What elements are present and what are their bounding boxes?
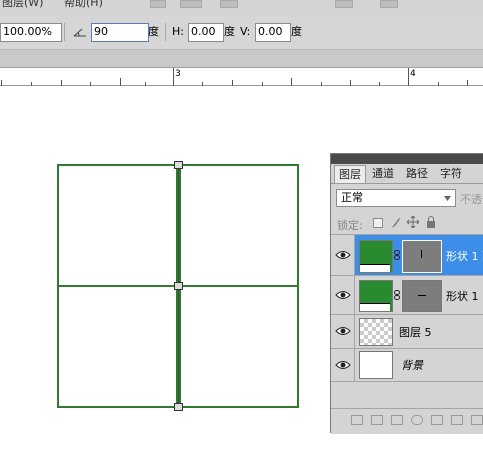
layers-panel: 图层 通道 路径 字符 正常 不透 锁定: 形状 1 副: [330, 153, 483, 434]
eye-icon[interactable]: [335, 249, 351, 261]
panel-bottom-toolbar: [331, 408, 483, 434]
visibility-cell: [331, 349, 355, 381]
link-layers-icon[interactable]: [351, 415, 363, 425]
v-skew-input[interactable]: 0.00: [255, 23, 291, 42]
transform-handle-bottom[interactable]: [174, 403, 183, 411]
options-bar: 100.00% 90 度 H: 0.00 度 V: 0.00 度: [0, 14, 483, 50]
link-icon: [394, 290, 400, 300]
blend-mode-select[interactable]: 正常: [336, 189, 456, 207]
layer-thumbnail: [359, 240, 393, 273]
eye-icon[interactable]: [335, 359, 351, 371]
new-layer-icon[interactable]: [451, 415, 463, 425]
zoom-field[interactable]: 100.00%: [0, 23, 62, 42]
chevron-down-icon: [444, 196, 451, 201]
layer-row-shape1[interactable]: 形状 1: [331, 276, 483, 315]
eye-icon[interactable]: [335, 325, 351, 337]
transform-handle-center[interactable]: [174, 282, 183, 290]
h-label: H:: [172, 25, 184, 38]
link-icon: [394, 250, 400, 260]
divider: [64, 23, 65, 41]
divider: [165, 23, 166, 41]
adjustment-layer-icon[interactable]: [411, 415, 423, 425]
document-tab-strip: [0, 50, 483, 68]
ruler-label: 3: [175, 69, 181, 79]
brush-icon[interactable]: [389, 217, 401, 229]
new-group-icon[interactable]: [431, 415, 443, 425]
layer-name[interactable]: 形状 1 副: [446, 248, 483, 264]
transform-handle-top[interactable]: [174, 161, 183, 169]
menu-layer[interactable]: 图层(W): [2, 0, 43, 10]
layer-thumbnail: [359, 280, 393, 312]
h-skew-input[interactable]: 0.00: [188, 23, 224, 42]
layer-row-shape1-copy[interactable]: 形状 1 副: [331, 235, 483, 276]
layer-name[interactable]: 图层 5: [399, 324, 432, 340]
layer-style-icon[interactable]: [371, 415, 383, 425]
layer-row-background[interactable]: 背景: [331, 349, 483, 382]
add-mask-icon[interactable]: [391, 415, 403, 425]
tab-paths[interactable]: 路径: [402, 165, 432, 183]
lock-transparency-icon[interactable]: [373, 218, 383, 228]
vector-mask-thumbnail: [402, 240, 442, 273]
ruler-label: 4: [410, 69, 416, 79]
h-unit: 度: [224, 25, 235, 38]
toolbar-icon[interactable]: [380, 0, 398, 8]
v-unit: 度: [291, 25, 302, 38]
tab-channels[interactable]: 通道: [368, 165, 398, 183]
layer-name[interactable]: 形状 1: [446, 288, 479, 304]
transparent-thumbnail: [359, 318, 393, 346]
angle-input[interactable]: 90: [91, 23, 149, 42]
horizontal-ruler: 3 4: [0, 68, 483, 86]
lock-label: 锁定:: [337, 219, 363, 232]
layer-row-layer5[interactable]: 图层 5: [331, 315, 483, 349]
v-label: V:: [240, 25, 251, 38]
visibility-cell: [331, 315, 355, 348]
toolbar-icon[interactable]: [220, 0, 238, 8]
menu-bar: 图层(W) 帮助(H): [0, 0, 483, 14]
vector-mask-thumbnail: [402, 280, 442, 312]
toolbar-icon[interactable]: [335, 0, 353, 8]
tab-layers[interactable]: 图层: [334, 165, 366, 184]
angle-unit: 度: [148, 25, 159, 38]
tab-character[interactable]: 字符: [436, 165, 466, 183]
visibility-cell: [331, 235, 355, 275]
blend-mode-value: 正常: [341, 191, 363, 204]
background-thumbnail: [359, 351, 393, 379]
toolbar-icon[interactable]: [150, 0, 166, 8]
toolbar-icon[interactable]: [180, 0, 202, 8]
visibility-cell: [331, 276, 355, 314]
eye-icon[interactable]: [335, 289, 351, 301]
angle-icon: [73, 28, 86, 37]
delete-layer-icon[interactable]: [471, 415, 483, 425]
panel-header[interactable]: [331, 154, 483, 164]
opacity-label: 不透: [460, 193, 482, 206]
move-icon[interactable]: [407, 216, 419, 228]
layer-name[interactable]: 背景: [401, 357, 423, 373]
lock-icon[interactable]: [426, 216, 436, 228]
divider: [331, 183, 483, 184]
menu-help[interactable]: 帮助(H): [64, 0, 103, 10]
